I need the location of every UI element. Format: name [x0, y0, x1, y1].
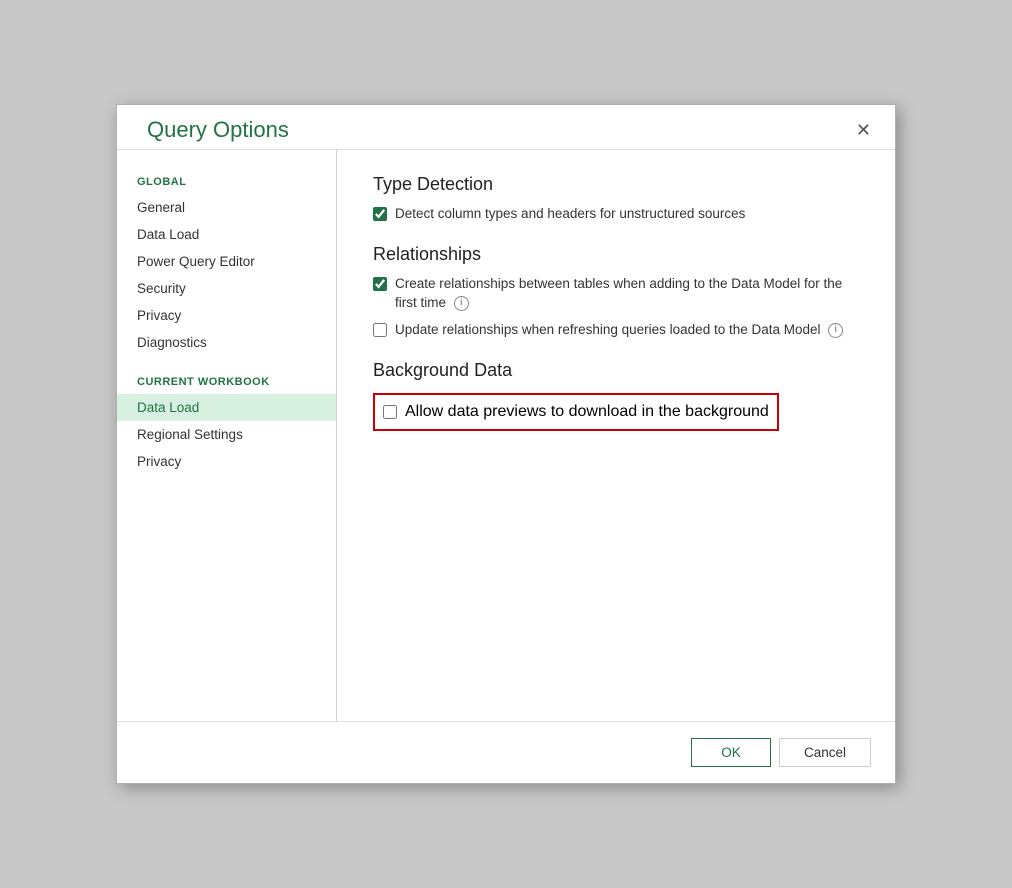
update-relationships-checkbox-row: Update relationships when refreshing que… [373, 321, 859, 340]
sidebar-item-general[interactable]: General [117, 194, 336, 221]
relationships-heading: Relationships [373, 244, 859, 265]
sidebar: GLOBAL General Data Load Power Query Edi… [117, 150, 337, 721]
ok-button[interactable]: OK [691, 738, 771, 767]
close-button[interactable]: ✕ [848, 117, 879, 143]
update-relationships-checkbox[interactable] [373, 323, 387, 337]
detect-column-types-label: Detect column types and headers for unst… [395, 205, 745, 224]
dialog-titlebar: Query Options ✕ [117, 105, 895, 149]
current-workbook-section-label: CURRENT WORKBOOK [117, 366, 336, 394]
type-detection-checkbox-row: Detect column types and headers for unst… [373, 205, 859, 224]
update-relationships-label: Update relationships when refreshing que… [395, 321, 843, 340]
type-detection-heading: Type Detection [373, 174, 859, 195]
sidebar-item-data-load-wb[interactable]: Data Load [117, 394, 336, 421]
type-detection-section: Type Detection Detect column types and h… [373, 174, 859, 224]
dialog-footer: OK Cancel [117, 721, 895, 783]
dialog-body: GLOBAL General Data Load Power Query Edi… [117, 149, 895, 721]
background-data-heading: Background Data [373, 360, 859, 381]
allow-background-download-checkbox[interactable] [383, 405, 397, 419]
global-section-label: GLOBAL [117, 166, 336, 194]
sidebar-item-privacy[interactable]: Privacy [117, 302, 336, 329]
main-content: Type Detection Detect column types and h… [337, 150, 895, 721]
create-relationships-checkbox[interactable] [373, 277, 387, 291]
background-data-highlighted-row: Allow data previews to download in the b… [373, 393, 779, 431]
sidebar-item-diagnostics[interactable]: Diagnostics [117, 329, 336, 356]
create-relationships-label: Create relationships between tables when… [395, 275, 859, 313]
create-relationships-checkbox-row: Create relationships between tables when… [373, 275, 859, 313]
cancel-button[interactable]: Cancel [779, 738, 871, 767]
background-data-section: Background Data Allow data previews to d… [373, 360, 859, 431]
allow-background-download-label: Allow data previews to download in the b… [405, 401, 769, 423]
detect-column-types-checkbox[interactable] [373, 207, 387, 221]
sidebar-item-security[interactable]: Security [117, 275, 336, 302]
query-options-dialog: Query Options ✕ GLOBAL General Data Load… [116, 104, 896, 784]
dialog-title: Query Options [147, 117, 289, 143]
sidebar-item-data-load[interactable]: Data Load [117, 221, 336, 248]
relationships-section: Relationships Create relationships betwe… [373, 244, 859, 340]
update-relationships-info-icon: i [828, 323, 843, 338]
sidebar-item-power-query-editor[interactable]: Power Query Editor [117, 248, 336, 275]
sidebar-item-regional-settings[interactable]: Regional Settings [117, 421, 336, 448]
create-relationships-info-icon: i [454, 296, 469, 311]
sidebar-item-privacy-wb[interactable]: Privacy [117, 448, 336, 475]
